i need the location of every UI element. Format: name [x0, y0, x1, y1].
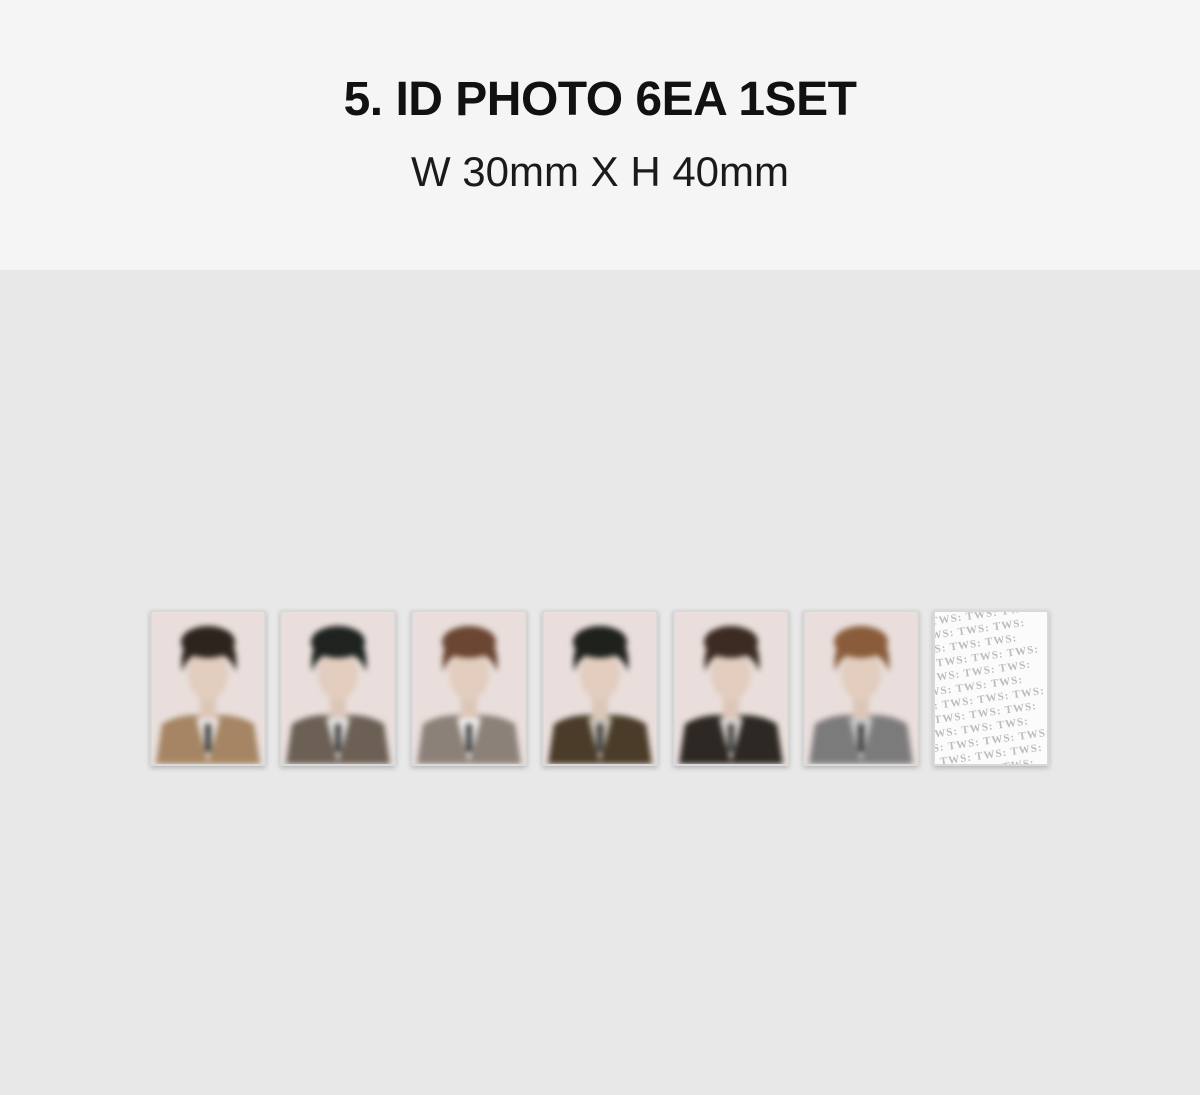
product-stage: TWS: TWS: TWS: TWS: TWS: TWS: TWS: TWS: TW…	[0, 270, 1200, 1095]
portrait-image	[805, 612, 917, 764]
portrait-image	[152, 612, 264, 764]
id-photo-6	[803, 610, 919, 766]
id-photo-2	[280, 610, 396, 766]
id-photo-3	[411, 610, 527, 766]
size-subtitle: W 30mm X H 40mm	[410, 148, 790, 195]
logo-pattern: TWS: TWS: TWS: TWS: TWS: TWS: TWS: TWS: TW…	[935, 612, 1047, 764]
portrait-image	[413, 612, 525, 764]
portrait-image	[282, 612, 394, 764]
id-photo-card-back: TWS: TWS: TWS: TWS: TWS: TWS: TWS: TWS: TW…	[933, 610, 1049, 766]
header-section: 5. ID PHOTO 6EA 1SET W 30mm X H 40mm	[0, 0, 1200, 270]
id-photo-5	[673, 610, 789, 766]
page-title: 5. ID PHOTO 6EA 1SET	[343, 73, 857, 126]
portrait-image	[544, 612, 656, 764]
id-photo-1	[150, 610, 266, 766]
portrait-image	[675, 612, 787, 764]
id-photo-4	[542, 610, 658, 766]
